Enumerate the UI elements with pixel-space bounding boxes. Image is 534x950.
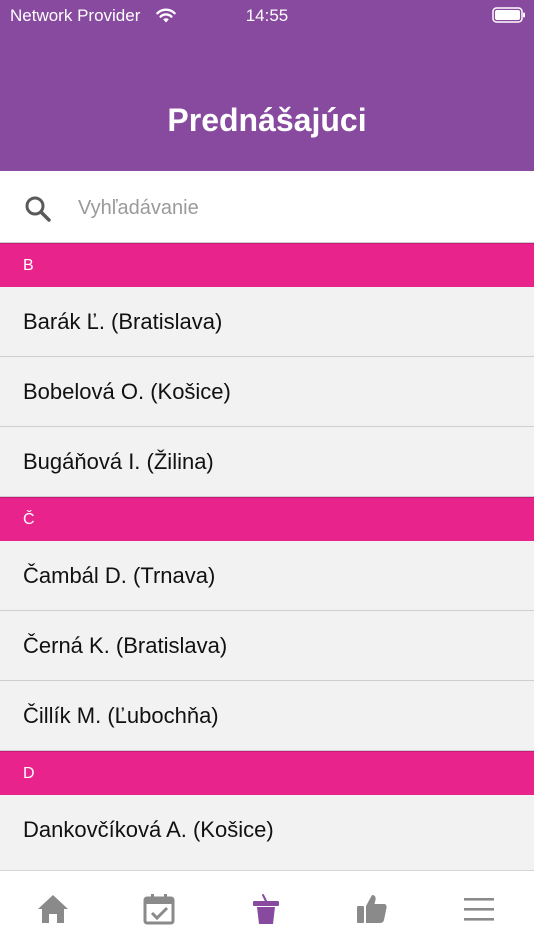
podium-icon bbox=[253, 894, 279, 924]
speaker-list: B Barák Ľ. (Bratislava) Bobelová O. (Košic… bbox=[0, 243, 534, 865]
list-item[interactable]: Dankovčíková A. (Košice) bbox=[0, 795, 534, 865]
tab-bar bbox=[0, 870, 534, 950]
battery-icon bbox=[492, 7, 525, 23]
list-item[interactable]: Barák Ľ. (Bratislava) bbox=[0, 287, 534, 357]
list-item[interactable]: Čambál D. (Trnava) bbox=[0, 541, 534, 611]
section-header: B bbox=[0, 243, 534, 287]
status-time: 14:55 bbox=[245, 6, 289, 25]
list-item[interactable]: Černá K. (Bratislava) bbox=[0, 611, 534, 681]
search-input[interactable] bbox=[78, 191, 498, 225]
section-header: Č bbox=[0, 497, 534, 541]
tab-menu[interactable] bbox=[459, 889, 499, 929]
home-icon bbox=[38, 895, 68, 923]
tab-home[interactable] bbox=[33, 889, 73, 929]
search-icon bbox=[25, 196, 51, 222]
section-header: D bbox=[0, 751, 534, 795]
thumbs-up-icon bbox=[357, 895, 387, 923]
calendar-icon bbox=[143, 894, 175, 925]
list-item[interactable]: Bobelová O. (Košice) bbox=[0, 357, 534, 427]
tab-speakers[interactable] bbox=[246, 889, 286, 929]
menu-icon bbox=[464, 898, 494, 921]
tab-rating[interactable] bbox=[352, 889, 392, 929]
status-bar: Network Provider 14:55 bbox=[0, 0, 534, 32]
tab-program[interactable] bbox=[139, 889, 179, 929]
page-title: Prednášajúci bbox=[167, 102, 367, 138]
header: Network Provider 14:55 Prednášajúci bbox=[0, 0, 534, 171]
list-item[interactable]: Čillík M. (Ľubochňa) bbox=[0, 681, 534, 751]
search-bar bbox=[0, 171, 534, 243]
list-item[interactable]: Bugáňová I. (Žilina) bbox=[0, 427, 534, 497]
